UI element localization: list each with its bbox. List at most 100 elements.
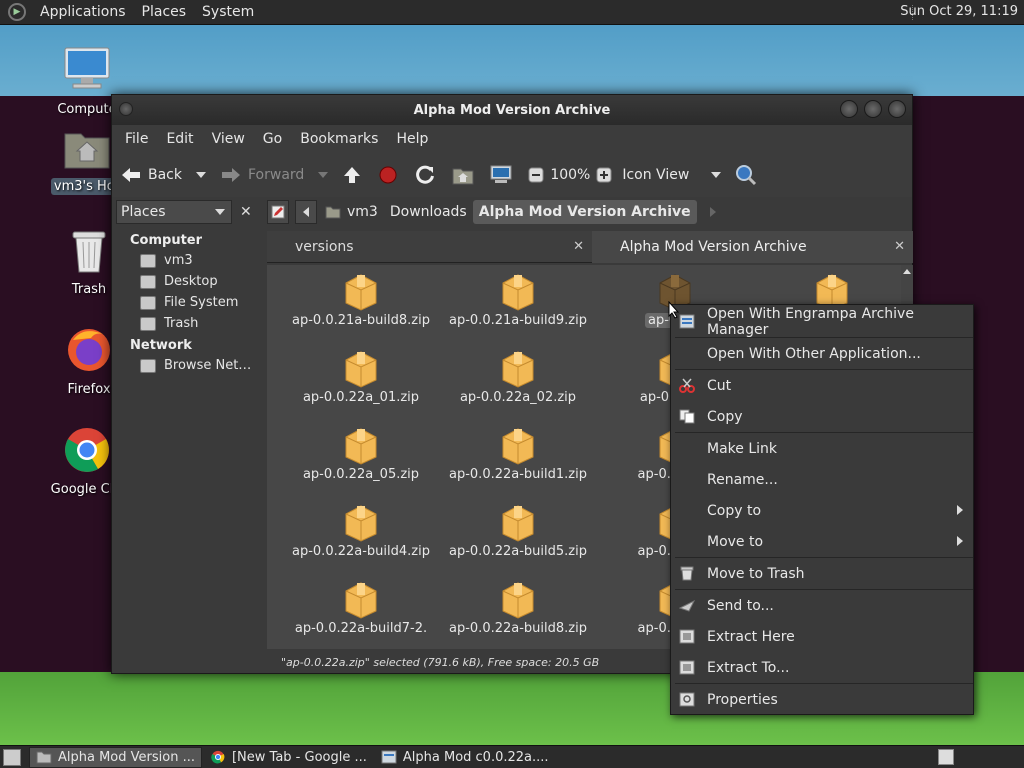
sidebar-item-browse-network[interactable]: Browse Net… — [116, 355, 260, 376]
back-history-dropdown[interactable] — [196, 172, 206, 178]
chrome-icon — [211, 750, 225, 764]
up-button[interactable] — [342, 165, 368, 185]
menu-help[interactable]: Help — [387, 131, 437, 147]
zoom-in-button[interactable]: Icon View — [596, 167, 689, 183]
applications-menu[interactable]: Applications — [32, 4, 134, 20]
file-name: ap-0.0.22a_01.zip — [302, 390, 420, 405]
menu-rename[interactable]: Rename... — [671, 464, 973, 495]
back-button[interactable]: Back — [120, 166, 182, 184]
menu-send-to[interactable]: Send to... — [671, 590, 973, 621]
menu-item-label: Move to — [707, 533, 764, 550]
task-file-manager[interactable]: Alpha Mod Version ... — [29, 746, 202, 768]
menu-file[interactable]: File — [116, 131, 157, 147]
file-item[interactable]: ap-0.0.21a-build8.zip — [283, 271, 439, 328]
search-button[interactable] — [735, 164, 763, 186]
mate-logo-icon[interactable]: ▶ — [8, 3, 26, 21]
view-mode-dropdown[interactable] — [711, 172, 722, 178]
sidebar-item-vm3[interactable]: vm3 — [116, 250, 260, 271]
menu-open-with-engrampa[interactable]: Open With Engrampa Archive Manager — [671, 306, 973, 338]
workspace-switcher[interactable] — [938, 749, 954, 765]
sidebar-item-desktop[interactable]: Desktop — [116, 271, 260, 292]
menu-make-link[interactable]: Make Link — [671, 433, 973, 464]
sidebar-item-file-system[interactable]: File System — [116, 292, 260, 313]
task-chrome[interactable]: [New Tab - Google ... — [204, 747, 373, 768]
stop-icon — [379, 166, 397, 184]
copy-icon — [679, 409, 695, 424]
sidebar-type-select[interactable]: Places — [116, 200, 232, 224]
file-item[interactable]: ap-0.0.22a_02.zip — [440, 348, 596, 405]
menu-item-label: Extract To... — [707, 659, 790, 676]
window-title: Alpha Mod Version Archive — [413, 102, 611, 118]
zip-archive-icon — [342, 348, 380, 388]
menu-edit[interactable]: Edit — [157, 131, 202, 147]
crumb-downloads[interactable]: Downloads — [384, 200, 473, 224]
sidebar-heading-computer: Computer — [130, 233, 203, 248]
show-desktop-button[interactable] — [3, 748, 21, 766]
tab-versions[interactable]: versions ✕ — [267, 231, 592, 263]
menu-item-label: Properties — [707, 691, 778, 708]
zoom-level[interactable]: 100% — [550, 167, 590, 183]
submenu-arrow-icon — [957, 536, 963, 546]
extract-icon — [679, 660, 695, 675]
file-item[interactable]: ap-0.0.22a-build7-2. — [283, 579, 439, 636]
file-item[interactable]: ap-0.0.22a-build4.zip — [283, 502, 439, 559]
places-menu[interactable]: Places — [134, 4, 195, 20]
task-label: [New Tab - Google ... — [231, 749, 367, 765]
path-scroll-right-icon[interactable] — [709, 207, 717, 217]
path-scroll-left-button[interactable] — [295, 200, 317, 224]
maximize-button[interactable] — [864, 100, 882, 118]
system-menu[interactable]: System — [194, 4, 262, 20]
window-titlebar[interactable]: Alpha Mod Version Archive — [112, 95, 912, 125]
zoom-out-button[interactable]: 100% — [528, 167, 590, 183]
crumb-current-folder[interactable]: Alpha Mod Version Archive — [472, 200, 697, 224]
forward-history-dropdown[interactable] — [318, 172, 329, 178]
close-button[interactable] — [888, 100, 906, 118]
close-sidebar-icon[interactable]: ✕ — [240, 204, 252, 220]
reload-button[interactable] — [414, 164, 442, 186]
file-item[interactable]: ap-0.0.22a_05.zip — [283, 425, 439, 482]
home-button[interactable] — [452, 165, 480, 185]
menu-view[interactable]: View — [203, 131, 254, 147]
crumb-vm3[interactable]: vm3 — [319, 200, 384, 224]
menu-bookmarks[interactable]: Bookmarks — [291, 131, 387, 147]
stop-button[interactable] — [378, 165, 404, 185]
file-item[interactable]: ap-0.0.22a-build5.zip — [440, 502, 596, 559]
scroll-up-icon[interactable] — [903, 269, 911, 274]
zip-archive-icon — [499, 425, 537, 465]
task-archive-manager[interactable]: Alpha Mod c0.0.22a.... — [375, 747, 555, 768]
zip-archive-icon — [499, 502, 537, 542]
close-tab-icon[interactable]: ✕ — [573, 239, 584, 254]
menu-go[interactable]: Go — [254, 131, 291, 147]
window-menu-icon[interactable] — [119, 102, 133, 116]
file-item[interactable]: ap-0.0.22a_01.zip — [283, 348, 439, 405]
close-tab-icon[interactable]: ✕ — [894, 239, 905, 254]
menu-copy-to[interactable]: Copy to — [671, 495, 973, 526]
context-menu: Open With Engrampa Archive Manager Open … — [670, 304, 974, 715]
menu-item-label: Move to Trash — [707, 565, 805, 582]
menu-extract-to[interactable]: Extract To... — [671, 652, 973, 683]
menu-open-with-other[interactable]: Open With Other Application... — [671, 338, 973, 369]
view-mode-label[interactable]: Icon View — [622, 167, 689, 183]
menu-move-to[interactable]: Move to — [671, 526, 973, 557]
file-item[interactable]: ap-0.0.22a-build1.zip — [440, 425, 596, 482]
trash-icon — [680, 566, 694, 581]
chevron-left-icon — [303, 207, 309, 217]
tab-label: Alpha Mod Version Archive — [620, 239, 807, 255]
menu-copy[interactable]: Copy — [671, 401, 973, 432]
reload-icon — [416, 165, 435, 184]
toolbar: Back Forward 100% Icon View — [112, 153, 912, 197]
tab-alpha-mod-version-archive[interactable]: Alpha Mod Version Archive ✕ — [592, 231, 913, 263]
forward-button[interactable]: Forward — [220, 166, 304, 184]
menu-properties[interactable]: Properties — [671, 684, 973, 715]
menu-move-to-trash[interactable]: Move to Trash — [671, 558, 973, 589]
clock[interactable]: Sun Oct 29, 11:19 — [900, 4, 1018, 19]
sidebar-item-trash[interactable]: Trash — [116, 313, 260, 334]
menu-extract-here[interactable]: Extract Here — [671, 621, 973, 652]
edit-location-button[interactable] — [267, 200, 289, 224]
file-item[interactable]: ap-0.0.22a-build8.zip — [440, 579, 596, 636]
crumb-label: vm3 — [347, 204, 378, 220]
minimize-button[interactable] — [840, 100, 858, 118]
menu-cut[interactable]: Cut — [671, 370, 973, 401]
computer-button[interactable] — [490, 165, 518, 185]
file-item[interactable]: ap-0.0.21a-build9.zip — [440, 271, 596, 328]
